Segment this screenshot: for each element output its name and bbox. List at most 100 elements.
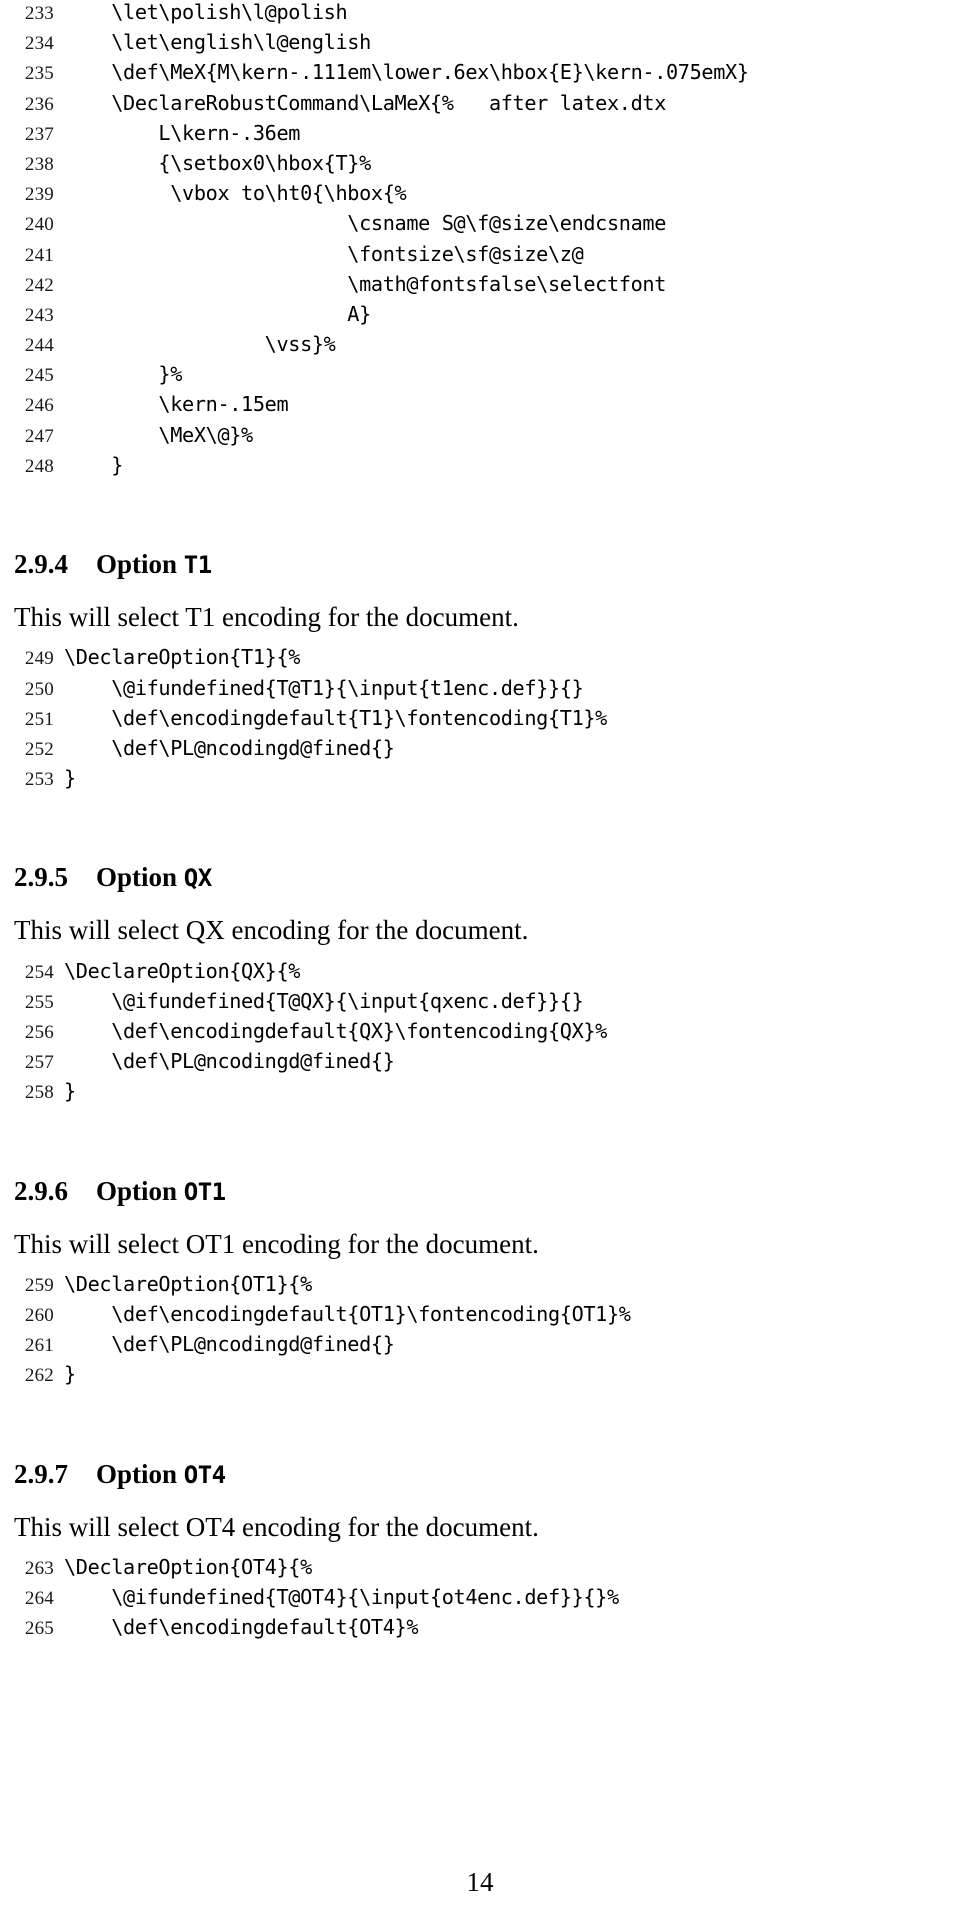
code-line: 262} (0, 1362, 960, 1392)
code-line: 253} (0, 766, 960, 796)
code-line-text: \let\polish\l@polish (64, 0, 348, 24)
code-line: 258} (0, 1079, 960, 1109)
code-line: 251 \def\encodingdefault{T1}\fontencodin… (0, 706, 960, 736)
code-line-number: 243 (24, 304, 54, 326)
code-line-text: \def\encodingdefault{OT1}\fontencoding{O… (64, 1302, 631, 1326)
section-title: Option OT1 (96, 1176, 226, 1207)
code-line-number: 263 (24, 1557, 54, 1579)
code-line: 247 \MeX\@}% (0, 423, 960, 453)
code-line-text: \DeclareRobustCommand\LaMeX{% after late… (64, 90, 666, 115)
code-line-number: 234 (24, 33, 54, 55)
code-line-text: \def\PL@ncodingd@fined{} (64, 1332, 395, 1357)
section-heading: 2.9.5 Option QX (0, 862, 960, 893)
code-line: 242 \math@fontsfalse\selectfont (0, 272, 960, 302)
code-line-text: \DeclareOption{QX}{% (64, 958, 301, 983)
code-line-text: \let\english\l@english (64, 30, 371, 55)
code-line-text: } (64, 1362, 76, 1387)
section-title-option-name: OT1 (183, 1177, 226, 1206)
code-line-number: 255 (24, 991, 54, 1013)
code-line: 243 A} (0, 302, 960, 332)
section-number: 2.9.6 (14, 1175, 68, 1206)
code-line-text: \fontsize\sf@size\z@ (64, 241, 584, 266)
code-line: 241 \fontsize\sf@size\z@ (0, 242, 960, 272)
code-line-number: 235 (24, 63, 54, 85)
code-line-text: \DeclareOption{OT1}{% (64, 1271, 312, 1296)
code-line-number: 247 (24, 425, 54, 447)
code-line-number: 260 (24, 1305, 54, 1326)
section-number: 2.9.4 (14, 549, 68, 579)
code-line-text: \kern-.15em (64, 392, 289, 417)
code-line-number: 242 (24, 274, 54, 296)
code-line: 244 \vss}% (0, 332, 960, 362)
code-line: 239 \vbox to\ht0{\hbox{% (0, 181, 960, 211)
code-line-text: {\setbox0\hbox{T}% (64, 150, 371, 175)
code-listing: 249 \DeclareOption{T1}{% 250 \@ifundefined… (0, 645, 960, 796)
code-line-text: } (64, 452, 124, 477)
code-line-number: 259 (24, 1274, 54, 1296)
section-heading: 2.9.4 Option T1 (0, 549, 960, 580)
code-line-number: 236 (24, 93, 54, 115)
page-folio: 14 (466, 1867, 494, 1897)
code-listing: 254 \DeclareOption{QX}{% 255 \@ifundefined… (0, 959, 960, 1110)
section-title-option-name: QX (183, 864, 212, 893)
code-line-number: 264 (24, 1588, 54, 1610)
code-line: 263 \DeclareOption{OT4}{% (0, 1555, 960, 1585)
code-line-number: 239 (24, 184, 54, 206)
code-line-text: \@ifundefined{T@T1}{\input{t1enc.def}}{} (64, 675, 584, 700)
code-line: 249 \DeclareOption{T1}{% (0, 645, 960, 675)
code-line-number: 258 (24, 1082, 54, 1104)
code-line: 254 \DeclareOption{QX}{% (0, 959, 960, 989)
code-line: 250 \@ifundefined{T@T1}{\input{t1enc.def… (0, 676, 960, 706)
code-line-number: 241 (24, 244, 54, 266)
section-title-option-name: OT4 (183, 1460, 226, 1489)
code-line-text: } (64, 1079, 76, 1104)
code-line: 248 } (0, 453, 960, 483)
code-line: 252 \def\PL@ncodingd@fined{} (0, 736, 960, 766)
code-line: 245 }% (0, 362, 960, 392)
code-line-text: \def\encodingdefault{T1}\fontencoding{T1… (64, 705, 607, 730)
code-line-number: 250 (24, 678, 54, 700)
body-paragraph: This will select OT1 encoding for the do… (14, 1228, 539, 1259)
code-line-number: 238 (24, 153, 54, 175)
section-title-word: Option (96, 549, 184, 579)
section-title-word: Option (96, 1175, 184, 1206)
code-line: 240 \csname S@\f@size\endcsname (0, 211, 960, 241)
code-listing: 263 \DeclareOption{OT4}{% 264 \@ifundefine… (0, 1555, 960, 1646)
code-line-text: \def\encodingdefault{QX}\fontencoding{QX… (64, 1018, 607, 1043)
code-line-number: 233 (24, 3, 54, 24)
body-paragraph: This will select QX encoding for the doc… (14, 915, 529, 946)
code-line-number: 237 (24, 123, 54, 145)
section-heading: 2.9.6 Option OT1 (0, 1176, 960, 1207)
code-line: 238 {\setbox0\hbox{T}% (0, 151, 960, 181)
section-title: Option QX (96, 862, 212, 893)
code-line: 257 \def\PL@ncodingd@fined{} (0, 1049, 960, 1079)
code-line-number: 257 (24, 1052, 54, 1074)
code-line: 236 \DeclareRobustCommand\LaMeX{% after … (0, 91, 960, 121)
code-listing: 259 \DeclareOption{OT1}{% 260 \def\encodin… (0, 1272, 960, 1393)
code-line: 259 \DeclareOption{OT1}{% (0, 1272, 960, 1302)
code-line-number: 249 (24, 648, 54, 670)
code-line-number: 246 (24, 395, 54, 417)
code-line: 235 \def\MeX{M\kern-.111em\lower.6ex\hbo… (0, 60, 960, 90)
code-line-text: \csname S@\f@size\endcsname (64, 211, 666, 236)
section-number: 2.9.7 (14, 1458, 68, 1489)
code-line-text: \DeclareOption{OT4}{% (64, 1554, 312, 1579)
page-content: 233 \let\polish\l@polish 234 \let\english… (0, 0, 960, 1671)
code-line-number: 253 (24, 769, 54, 791)
code-line-number: 254 (24, 961, 54, 983)
code-line-number: 256 (24, 1021, 54, 1043)
code-line: 264 \@ifundefined{T@OT4}{\input{ot4enc.d… (0, 1585, 960, 1615)
code-line: 246 \kern-.15em (0, 392, 960, 422)
code-line: 237 L\kern-.36em (0, 121, 960, 151)
code-line-text: \DeclareOption{T1}{% (64, 645, 301, 670)
